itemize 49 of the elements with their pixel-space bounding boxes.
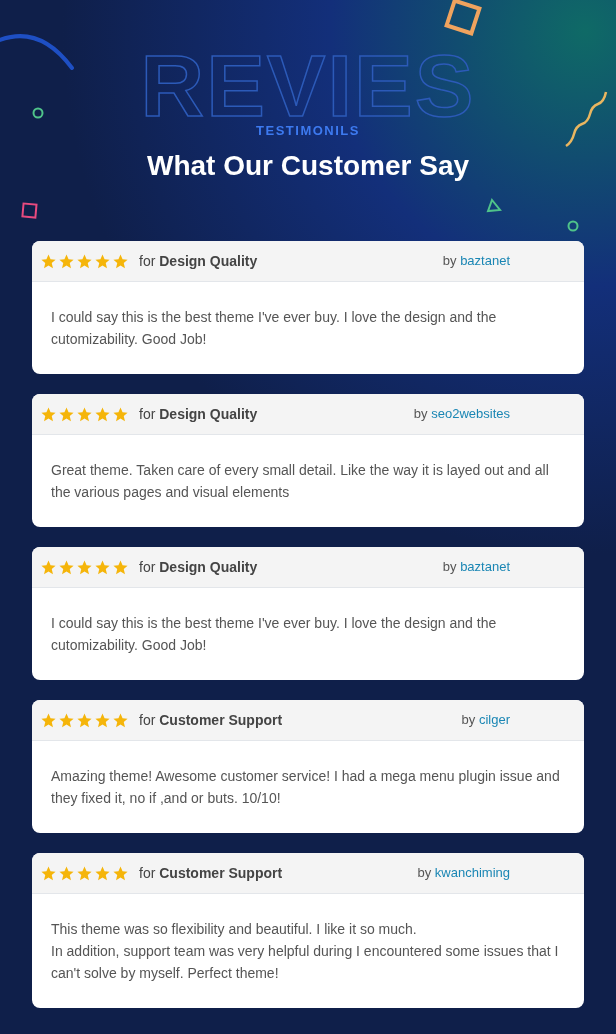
- author-link[interactable]: seo2websites: [431, 406, 510, 422]
- star-icon: [94, 711, 111, 729]
- section-title: What Our Customer Say: [146, 148, 470, 183]
- star-icon: [94, 405, 111, 423]
- star-icon: [40, 252, 57, 270]
- review-author: by kwanchiming: [417, 864, 510, 883]
- star-icon: [112, 252, 129, 270]
- watermark-title: REVIES: [140, 52, 476, 120]
- star-icon: [58, 405, 75, 423]
- section-eyebrow: TESTIMONILS: [256, 122, 360, 140]
- star-icon: [40, 558, 57, 576]
- star-icon: [40, 405, 57, 423]
- star-icon: [112, 405, 129, 423]
- star-icon: [94, 558, 111, 576]
- star-icon: [112, 711, 129, 729]
- star-icon: [58, 711, 75, 729]
- review-text: In addition, support team was very helpful during I encountered some issues that I can't solve by myself. Perfect theme!: [51, 942, 560, 983]
- review-author: by cilger: [461, 711, 510, 730]
- star-icon: [76, 252, 93, 270]
- star-icon: [40, 711, 57, 729]
- star-icon: [76, 864, 93, 882]
- star-icon: [94, 864, 111, 882]
- review-author: by baztanet: [442, 252, 510, 271]
- star-icon: [112, 864, 129, 882]
- review-author: by baztanet: [442, 558, 510, 577]
- review-author: by seo2websites: [413, 405, 510, 424]
- star-icon: [76, 711, 93, 729]
- author-link[interactable]: baztanet: [460, 559, 510, 575]
- review-text: Amazing theme! Awesome customer service! I had a mega menu plugin issue and they fixed it, no if ,and or buts. 10/10!: [51, 767, 561, 808]
- author-link[interactable]: cilger: [478, 712, 510, 728]
- author-link[interactable]: kwanchiming: [434, 865, 510, 881]
- star-icon: [58, 558, 75, 576]
- review-text: Great theme. Taken care of every small detail. Like the way it is layed out and all the various pages and visual elements: [51, 461, 550, 502]
- review-category: for Customer Support: [139, 710, 283, 730]
- review-category: for Design Quality: [139, 251, 258, 271]
- review-category: for Customer Support: [139, 863, 283, 883]
- star-icon: [58, 252, 75, 270]
- star-icon: [112, 558, 129, 576]
- review-text: I could say this is the best theme I've ever buy. I love the design and the cutomizability. Good Job!: [51, 614, 498, 655]
- star-icon: [58, 864, 75, 882]
- star-icon: [76, 405, 93, 423]
- review-text: This theme was so flexibility and beautiful. I like it so much.: [51, 920, 418, 939]
- review-category: for Design Quality: [139, 404, 258, 424]
- star-icon: [40, 864, 57, 882]
- review-category: for Design Quality: [139, 557, 258, 577]
- author-link[interactable]: baztanet: [460, 253, 510, 269]
- star-icon: [94, 252, 111, 270]
- star-icon: [76, 558, 93, 576]
- review-text: I could say this is the best theme I've ever buy. I love the design and the cutomizability. Good Job!: [51, 308, 498, 349]
